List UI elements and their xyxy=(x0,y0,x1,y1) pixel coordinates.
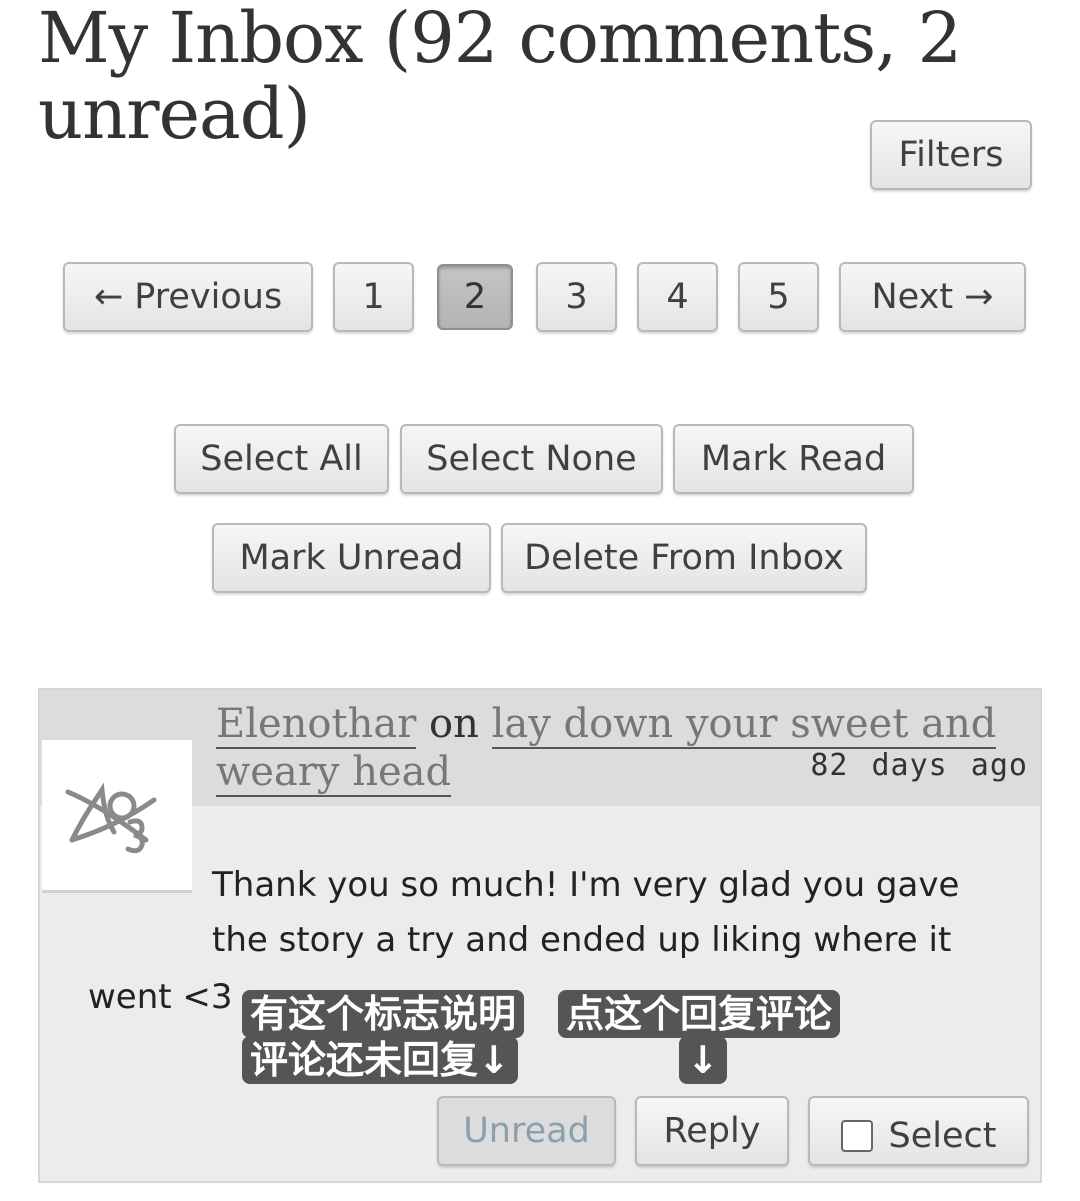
next-page-button[interactable]: Next → xyxy=(839,262,1026,332)
select-all-button[interactable]: Select All xyxy=(174,424,389,494)
annotation-unread-note-2: 评论还未回复↓ xyxy=(242,1036,518,1084)
mark-read-button[interactable]: Mark Read xyxy=(673,424,914,494)
mark-unread-button[interactable]: Mark Unread xyxy=(212,523,491,593)
page-4-link[interactable]: 4 xyxy=(637,262,718,332)
page-3-link[interactable]: 3 xyxy=(536,262,617,332)
page-2-current: 2 xyxy=(437,264,513,330)
comment-time: 82 days ago xyxy=(810,748,1028,783)
comment-body-tail: went <3 xyxy=(88,977,233,1017)
author-link[interactable]: Elenothar xyxy=(216,701,417,749)
select-checkbox-button[interactable]: Select xyxy=(808,1096,1029,1166)
annotation-unread-note-1: 有这个标志说明 xyxy=(242,990,525,1038)
unread-status-button: Unread xyxy=(437,1096,616,1166)
annotation-reply-note-1: 点这个回复评论 xyxy=(558,990,841,1038)
inbox-comment: Elenothar on lay down your sweet and wea… xyxy=(38,688,1042,1183)
page-5-link[interactable]: 5 xyxy=(738,262,819,332)
select-none-button[interactable]: Select None xyxy=(400,424,663,494)
comment-body: Thank you so much! I'm very glad you gav… xyxy=(212,865,960,960)
on-word: on xyxy=(429,701,479,747)
previous-page-button[interactable]: ← Previous xyxy=(63,262,313,332)
select-label: Select xyxy=(888,1116,997,1156)
ao3-logo-icon xyxy=(65,782,157,854)
avatar[interactable] xyxy=(42,740,192,890)
reply-button[interactable]: Reply xyxy=(635,1096,789,1166)
select-checkbox[interactable] xyxy=(840,1120,873,1152)
page-1-link[interactable]: 1 xyxy=(333,262,414,332)
filters-button[interactable]: Filters xyxy=(870,120,1032,190)
annotation-reply-note-2: ↓ xyxy=(679,1036,727,1084)
delete-from-inbox-button[interactable]: Delete From Inbox xyxy=(501,523,867,593)
